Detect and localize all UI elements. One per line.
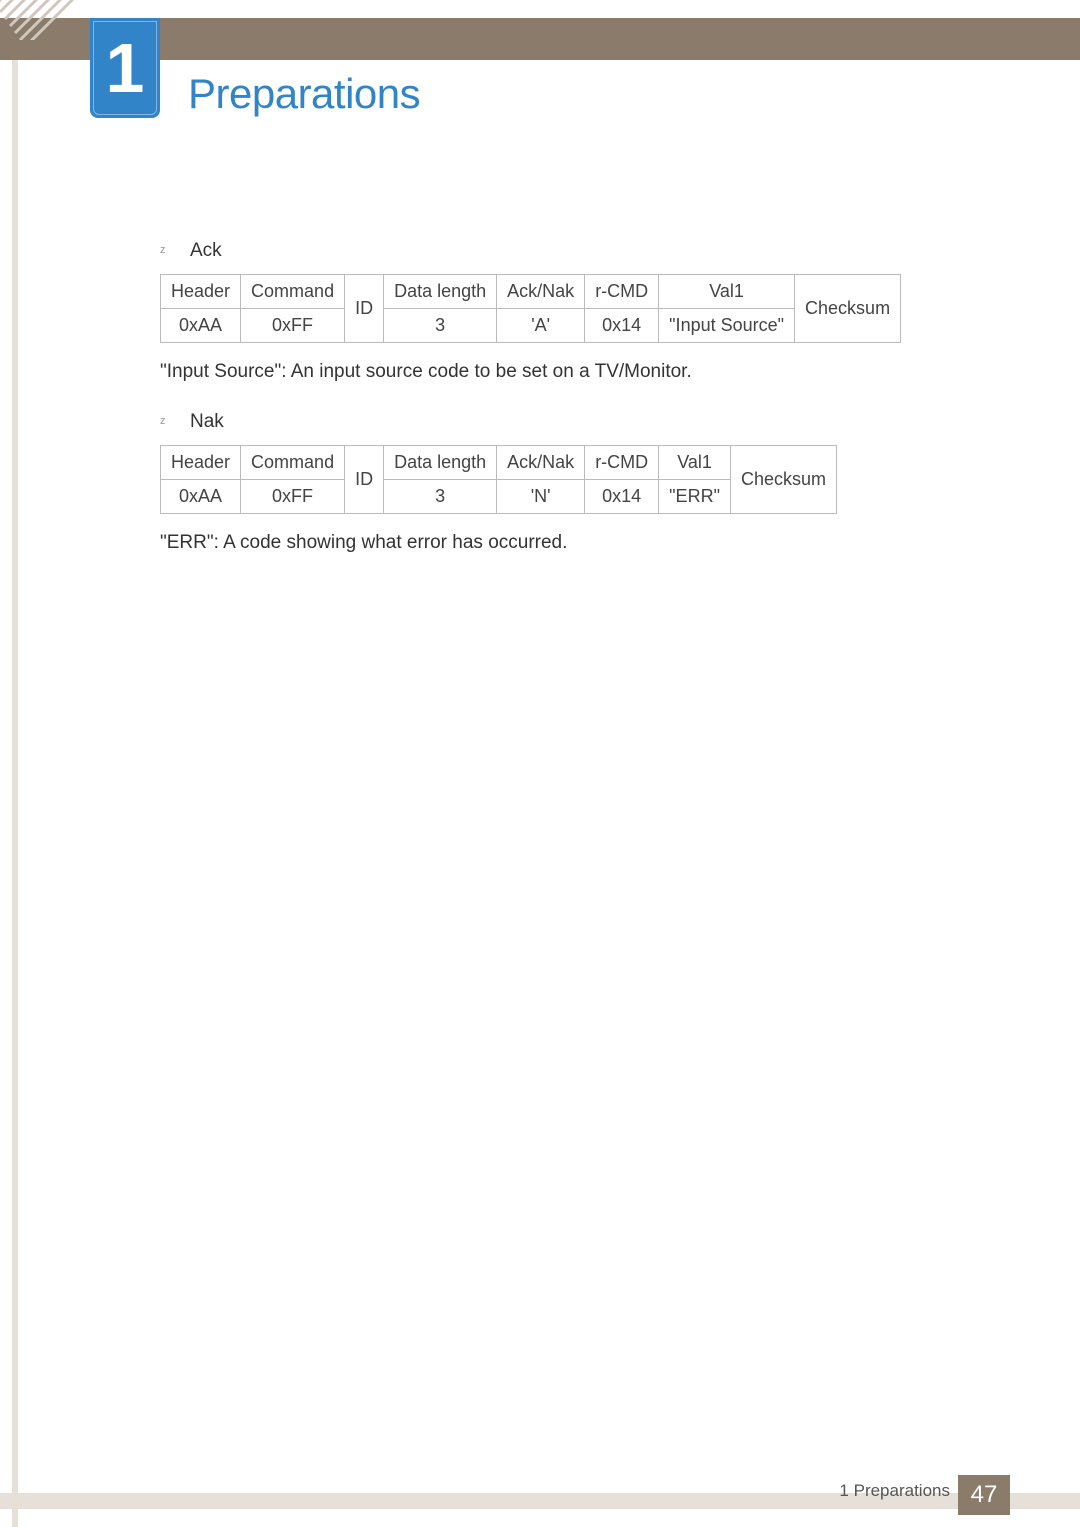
table-row: 0xAA 0xFF 3 'A' 0x14 "Input Source" xyxy=(161,309,901,343)
th-data-length: Data length xyxy=(384,275,497,309)
ack-table: Header Command ID Data length Ack/Nak r-… xyxy=(160,274,901,343)
td-r-cmd-val: 0x14 xyxy=(585,480,659,514)
th-val1: Val1 xyxy=(659,446,731,480)
th-r-cmd: r-CMD xyxy=(585,446,659,480)
th-checksum: Checksum xyxy=(730,446,836,514)
th-id: ID xyxy=(345,446,384,514)
table-row: Header Command ID Data length Ack/Nak r-… xyxy=(161,275,901,309)
th-checksum: Checksum xyxy=(795,275,901,343)
td-ack-nak-val: 'A' xyxy=(497,309,585,343)
th-ack-nak: Ack/Nak xyxy=(497,446,585,480)
td-command-val: 0xFF xyxy=(241,309,345,343)
table-row: Header Command ID Data length Ack/Nak r-… xyxy=(161,446,837,480)
bullet-marker: z xyxy=(160,240,190,256)
td-val1-val: "Input Source" xyxy=(659,309,795,343)
content-area: z Ack Header Command ID Data length Ack/… xyxy=(160,240,960,582)
td-header-val: 0xAA xyxy=(161,309,241,343)
th-header: Header xyxy=(161,275,241,309)
page-title: Preparations xyxy=(188,70,420,118)
page-number: 47 xyxy=(971,1481,998,1509)
td-data-length-val: 3 xyxy=(384,309,497,343)
th-r-cmd: r-CMD xyxy=(585,275,659,309)
th-ack-nak: Ack/Nak xyxy=(497,275,585,309)
ack-label: Ack xyxy=(190,240,222,262)
td-command-val: 0xFF xyxy=(241,480,345,514)
ack-description: "Input Source": An input source code to … xyxy=(160,361,960,383)
nak-table: Header Command ID Data length Ack/Nak r-… xyxy=(160,445,837,514)
left-side-decoration xyxy=(12,60,18,1527)
footer-page-box: 47 xyxy=(958,1475,1010,1515)
th-val1: Val1 xyxy=(659,275,795,309)
chapter-number-box: 1 xyxy=(90,18,160,118)
nak-label: Nak xyxy=(190,411,224,433)
td-ack-nak-val: 'N' xyxy=(497,480,585,514)
corner-decoration xyxy=(0,0,80,40)
chapter-number: 1 xyxy=(106,33,145,103)
header-bar xyxy=(0,18,1080,60)
td-data-length-val: 3 xyxy=(384,480,497,514)
ack-section: z Ack Header Command ID Data length Ack/… xyxy=(160,240,960,383)
td-r-cmd-val: 0x14 xyxy=(585,309,659,343)
bullet-marker: z xyxy=(160,411,190,427)
th-command: Command xyxy=(241,275,345,309)
th-data-length: Data length xyxy=(384,446,497,480)
td-header-val: 0xAA xyxy=(161,480,241,514)
th-header: Header xyxy=(161,446,241,480)
td-val1-val: "ERR" xyxy=(659,480,731,514)
th-command: Command xyxy=(241,446,345,480)
nak-description: "ERR": A code showing what error has occ… xyxy=(160,532,960,554)
nak-section: z Nak Header Command ID Data length Ack/… xyxy=(160,411,960,554)
footer-section-label: 1 Preparations xyxy=(839,1473,950,1509)
th-id: ID xyxy=(345,275,384,343)
